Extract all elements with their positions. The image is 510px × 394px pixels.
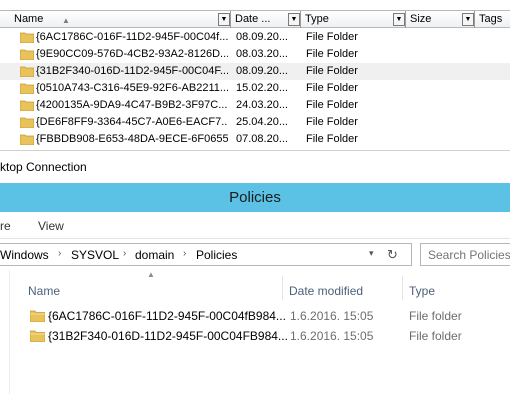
file-list: ▲ Name Date modified Type {6AC1786C-016F… [0,270,510,394]
breadcrumb-separator-icon[interactable]: › [58,248,61,259]
item-type: File Folder [306,133,358,145]
item-date: 15.02.20... [236,82,288,94]
column-size[interactable]: Size ▼ [406,11,475,28]
item-name: {6AC1786C-016F-11D2-945F-00C04f... [36,31,228,43]
sort-ascending-icon: ▲ [62,16,70,25]
folder-icon [20,32,34,43]
folder-icon [20,134,34,145]
item-type: File folder [409,329,462,343]
column-dropdown-icon[interactable]: ▼ [218,13,230,26]
item-date: 07.08.20... [236,133,288,145]
folder-icon [30,310,45,322]
breadcrumb-domain[interactable]: domain [135,248,174,262]
search-input[interactable] [421,244,510,265]
old-explorer-list: Name ▲ ▼ Date ... ▼ Type ▼ Size ▼ Tags {… [0,0,510,150]
item-date: 25.04.20... [236,116,288,128]
folder-icon [20,117,34,128]
item-date: 08.09.20... [236,31,288,43]
window-titlebar[interactable]: Policies [0,183,510,212]
item-type: File Folder [306,31,358,43]
column-name[interactable]: Name ▲ ▼ [10,11,231,28]
column-header-type[interactable]: Type [403,276,510,306]
column-type[interactable]: Type ▼ [301,11,406,28]
breadcrumb-sysvol[interactable]: SYSVOL [71,248,119,262]
column-date[interactable]: Date ... ▼ [231,11,301,28]
window-title: Policies [229,189,281,206]
item-type: File folder [409,309,462,323]
item-type: File Folder [306,82,358,94]
item-type: File Folder [306,65,358,77]
column-header-date[interactable]: Date modified [283,276,401,306]
list-item[interactable]: {6AC1786C-016F-11D2-945F-00C04fB984... 1… [26,306,510,326]
item-name: {31B2F340-016D-11D2-945F-00C04FB984... [48,329,288,343]
breadcrumb-separator-icon[interactable]: › [123,248,126,259]
column-header-date-label: Date modified [289,284,364,298]
item-type: File Folder [306,48,358,60]
item-name: {31B2F340-016D-11D2-945F-00C04F... [36,65,228,77]
column-dropdown-icon[interactable]: ▼ [462,13,474,26]
list-item[interactable]: {31B2F340-016D-11D2-945F-00C04FB984... 1… [26,326,510,346]
item-date: 08.03.20... [236,48,288,60]
search-box[interactable] [420,243,510,266]
list-item[interactable]: {FBBDB908-E653-48DA-9ECE-6F0655... 07.08… [0,131,510,148]
address-dropdown-icon[interactable]: ▾ [369,248,374,259]
breadcrumb-windows[interactable]: Windows [0,248,49,262]
address-bar[interactable]: Windows › SYSVOL › domain › Policies ▾ ↻ [0,243,412,266]
list-item[interactable]: {6AC1786C-016F-11D2-945F-00C04f... 08.09… [0,29,510,46]
column-header-name[interactable]: Name [22,276,280,306]
column-name-label: Name [14,13,44,25]
tab-view[interactable]: View [38,219,64,233]
item-date: 1.6.2016. 15:05 [290,309,374,323]
item-name: {6AC1786C-016F-11D2-945F-00C04fB984... [48,309,286,323]
column-tags[interactable]: Tags [475,11,510,28]
folder-icon [20,49,34,60]
item-name: {9E90CC09-576D-4CB2-93A2-8126D... [36,48,228,60]
tab-share[interactable]: re [0,219,11,233]
list-item[interactable]: {4200135A-9DA9-4C47-B9B2-3F97C... 24.03.… [0,97,510,114]
remote-connection-titlebar: ktop Connection [0,150,510,183]
list-item[interactable]: {DE6F8FF9-3364-45C7-A0E6-EACF7... 25.04.… [0,114,510,131]
column-date-label: Date ... [235,13,271,25]
column-header-name-label: Name [28,284,61,298]
refresh-icon[interactable]: ↻ [387,247,398,263]
item-name: {4200135A-9DA9-4C47-B9B2-3F97C... [36,99,228,111]
item-date: 08.09.20... [236,65,288,77]
connection-title: ktop Connection [0,160,87,174]
item-name: {0510A743-C316-45E9-92F6-AB2211... [36,82,228,94]
column-dropdown-icon[interactable]: ▼ [393,13,405,26]
column-type-label: Type [305,13,329,25]
item-date: 24.03.20... [236,99,288,111]
ribbon-tabs: re View [0,212,510,239]
list-item[interactable]: {9E90CC09-576D-4CB2-93A2-8126D... 08.03.… [0,46,510,63]
breadcrumb-separator-icon[interactable]: › [183,248,186,259]
breadcrumb-policies[interactable]: Policies [196,248,237,262]
item-type: File Folder [306,116,358,128]
folder-icon [20,66,34,77]
old-column-header: Name ▲ ▼ Date ... ▼ Type ▼ Size ▼ Tags [0,10,510,28]
navigation-pane[interactable] [0,270,10,394]
column-dropdown-icon[interactable]: ▼ [288,13,300,26]
folder-icon [20,83,34,94]
item-date: 1.6.2016. 15:05 [290,329,374,343]
folder-icon [20,100,34,111]
column-header-type-label: Type [409,284,436,298]
item-type: File Folder [306,99,358,111]
address-row: Windows › SYSVOL › domain › Policies ▾ ↻ [0,239,510,270]
list-item[interactable]: {0510A743-C316-45E9-92F6-AB2211... 15.02… [0,80,510,97]
item-name: {DE6F8FF9-3364-45C7-A0E6-EACF7... [36,116,228,128]
list-item[interactable]: {31B2F340-016D-11D2-945F-00C04F... 08.09… [0,63,510,80]
column-size-label: Size [410,13,432,25]
column-tags-label: Tags [479,13,503,25]
item-name: {FBBDB908-E653-48DA-9ECE-6F0655... [36,133,228,145]
folder-icon [30,330,45,342]
